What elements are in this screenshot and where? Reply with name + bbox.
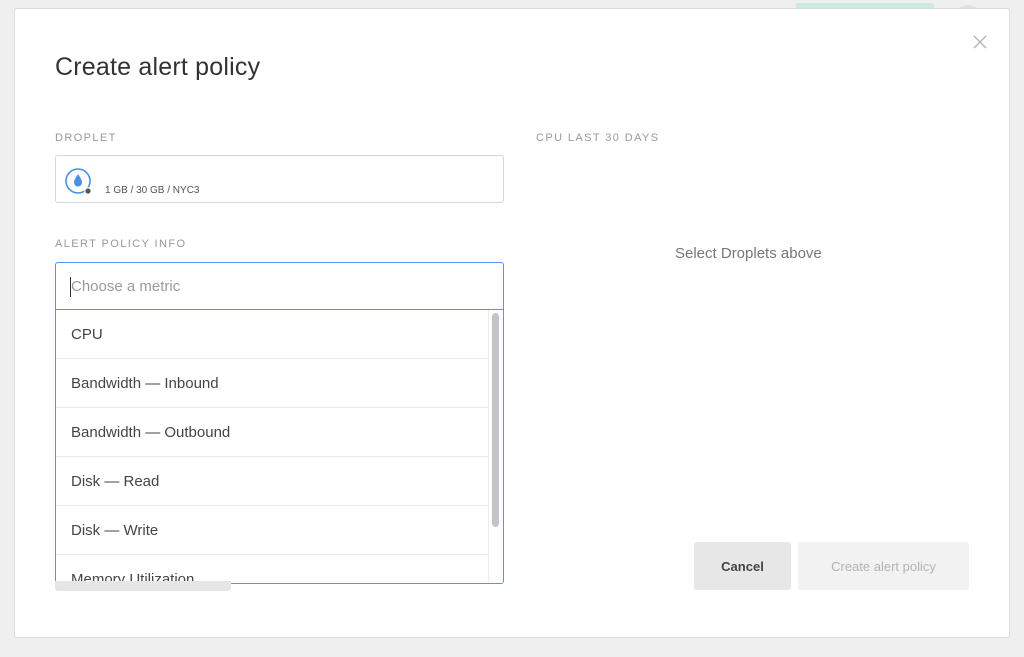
alert-policy-label: ALERT POLICY INFO xyxy=(55,238,187,250)
metric-option-memory-utilization[interactable]: Memory Utilization xyxy=(56,555,489,584)
obscured-button xyxy=(55,581,231,591)
close-icon xyxy=(973,35,987,49)
text-cursor xyxy=(70,277,71,297)
metric-option-disk-write[interactable]: Disk — Write xyxy=(56,506,489,555)
create-alert-policy-button[interactable]: Create alert policy xyxy=(798,542,969,590)
cpu-chart-label: CPU LAST 30 DAYS xyxy=(536,132,660,144)
metric-option-bandwidth-inbound[interactable]: Bandwidth — Inbound xyxy=(56,359,489,408)
droplet-icon xyxy=(65,168,92,195)
dropdown-scrollbar[interactable] xyxy=(488,310,503,583)
metric-option-disk-read[interactable]: Disk — Read xyxy=(56,457,489,506)
close-button[interactable] xyxy=(969,31,991,53)
droplet-selector[interactable]: 1 GB / 30 GB / NYC3 xyxy=(55,155,504,203)
dropdown-scroll-thumb[interactable] xyxy=(492,313,499,527)
metric-option-bandwidth-outbound[interactable]: Bandwidth — Outbound xyxy=(56,408,489,457)
droplet-label: DROPLET xyxy=(55,132,117,144)
metric-dropdown: CPU Bandwidth — Inbound Bandwidth — Outb… xyxy=(55,309,504,584)
metric-search-input[interactable] xyxy=(56,263,503,309)
cpu-empty-message: Select Droplets above xyxy=(675,245,822,262)
metric-option-cpu[interactable]: CPU xyxy=(56,310,489,359)
metric-select[interactable] xyxy=(55,262,504,310)
droplet-specs: 1 GB / 30 GB / NYC3 xyxy=(105,185,200,196)
modal-title: Create alert policy xyxy=(55,53,261,81)
cancel-button[interactable]: Cancel xyxy=(694,542,791,590)
create-alert-modal: Create alert policy DROPLET CPU LAST 30 … xyxy=(14,8,1010,638)
